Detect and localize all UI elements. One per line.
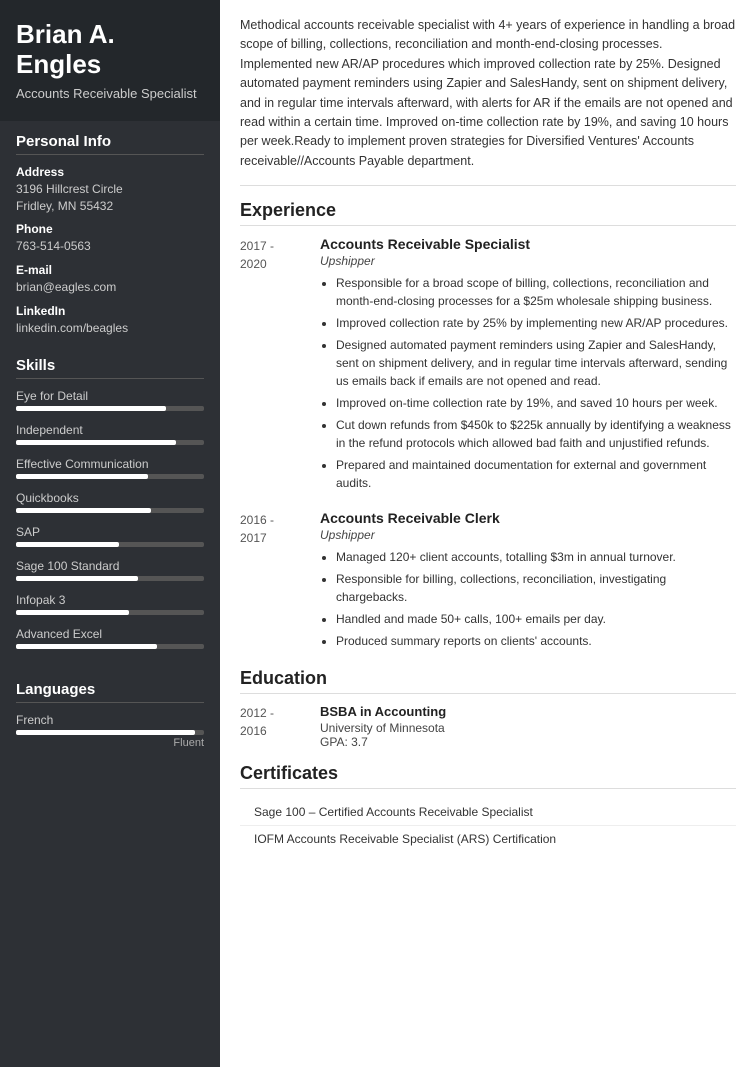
exp-bullets: Managed 120+ client accounts, totalling …: [320, 548, 736, 650]
language-level: Fluent: [16, 737, 204, 749]
language-bar-bg: [16, 730, 204, 735]
summary-text: Methodical accounts receivable specialis…: [240, 16, 736, 186]
skill-bar-bg: [16, 440, 204, 445]
skills-section: Skills Eye for Detail Independent Effect…: [0, 345, 220, 669]
education-entry: 2012 -2016 BSBA in Accounting University…: [240, 704, 736, 749]
address-label: Address: [16, 165, 204, 179]
skill-name: Independent: [16, 423, 204, 437]
exp-company: Upshipper: [320, 528, 736, 542]
experience-bullet: Managed 120+ client accounts, totalling …: [336, 548, 736, 566]
skills-list: Eye for Detail Independent Effective Com…: [16, 389, 204, 649]
experience-bullet: Improved on-time collection rate by 19%,…: [336, 394, 736, 412]
skill-item: Quickbooks: [16, 491, 204, 513]
skill-bar-bg: [16, 542, 204, 547]
skill-name: Advanced Excel: [16, 627, 204, 641]
exp-details: Accounts Receivable Specialist Upshipper…: [320, 236, 736, 496]
address-value: 3196 Hillcrest CircleFridley, MN 55432: [16, 181, 204, 215]
main-content: Methodical accounts receivable specialis…: [220, 0, 756, 1067]
experience-bullet: Responsible for billing, collections, re…: [336, 570, 736, 606]
exp-job-title: Accounts Receivable Clerk: [320, 510, 736, 526]
skill-name: Effective Communication: [16, 457, 204, 471]
skill-item: Eye for Detail: [16, 389, 204, 411]
candidate-name: Brian A. Engles: [16, 20, 204, 80]
certificates-title: Certificates: [240, 763, 736, 789]
skill-item: SAP: [16, 525, 204, 547]
edu-dates: 2012 -2016: [240, 704, 320, 749]
languages-list: French Fluent: [16, 713, 204, 749]
skill-bar-fill: [16, 508, 151, 513]
experience-list: 2017 -2020 Accounts Receivable Specialis…: [240, 236, 736, 654]
email-label: E-mail: [16, 263, 204, 277]
personal-info-section: Personal Info Address 3196 Hillcrest Cir…: [0, 121, 220, 345]
experience-bullet: Improved collection rate by 25% by imple…: [336, 314, 736, 332]
skill-name: Quickbooks: [16, 491, 204, 505]
linkedin-label: LinkedIn: [16, 304, 204, 318]
certificate-entry: IOFM Accounts Receivable Specialist (ARS…: [240, 826, 736, 852]
exp-bullets: Responsible for a broad scope of billing…: [320, 274, 736, 492]
certificate-entry: Sage 100 – Certified Accounts Receivable…: [240, 799, 736, 826]
sidebar-header: Brian A. Engles Accounts Receivable Spec…: [0, 0, 220, 121]
experience-entry: 2016 -2017 Accounts Receivable Clerk Ups…: [240, 510, 736, 654]
skill-item: Effective Communication: [16, 457, 204, 479]
education-title: Education: [240, 668, 736, 694]
experience-section: Experience 2017 -2020 Accounts Receivabl…: [240, 200, 736, 654]
language-name: French: [16, 713, 204, 727]
experience-bullet: Designed automated payment reminders usi…: [336, 336, 736, 390]
edu-school: University of Minnesota: [320, 721, 736, 735]
education-section: Education 2012 -2016 BSBA in Accounting …: [240, 668, 736, 749]
skill-bar-bg: [16, 508, 204, 513]
education-list: 2012 -2016 BSBA in Accounting University…: [240, 704, 736, 749]
skill-name: Infopak 3: [16, 593, 204, 607]
experience-entry: 2017 -2020 Accounts Receivable Specialis…: [240, 236, 736, 496]
skill-bar-fill: [16, 644, 157, 649]
skill-name: Sage 100 Standard: [16, 559, 204, 573]
experience-bullet: Cut down refunds from $450k to $225k ann…: [336, 416, 736, 452]
skill-name: SAP: [16, 525, 204, 539]
exp-job-title: Accounts Receivable Specialist: [320, 236, 736, 252]
skill-bar-fill: [16, 542, 119, 547]
skill-item: Advanced Excel: [16, 627, 204, 649]
exp-company: Upshipper: [320, 254, 736, 268]
linkedin-value: linkedin.com/beagles: [16, 320, 204, 337]
skill-bar-bg: [16, 610, 204, 615]
skill-name: Eye for Detail: [16, 389, 204, 403]
language-bar-fill: [16, 730, 195, 735]
experience-bullet: Responsible for a broad scope of billing…: [336, 274, 736, 310]
skill-bar-bg: [16, 474, 204, 479]
experience-bullet: Produced summary reports on clients' acc…: [336, 632, 736, 650]
languages-title: Languages: [16, 681, 204, 703]
experience-bullet: Handled and made 50+ calls, 100+ emails …: [336, 610, 736, 628]
skills-title: Skills: [16, 357, 204, 379]
skill-bar-bg: [16, 406, 204, 411]
edu-gpa: GPA: 3.7: [320, 735, 736, 749]
skill-bar-bg: [16, 644, 204, 649]
skill-item: Infopak 3: [16, 593, 204, 615]
skill-bar-fill: [16, 406, 166, 411]
skill-item: Independent: [16, 423, 204, 445]
phone-value: 763-514-0563: [16, 238, 204, 255]
skill-bar-bg: [16, 576, 204, 581]
edu-details: BSBA in Accounting University of Minneso…: [320, 704, 736, 749]
certificates-list: Sage 100 – Certified Accounts Receivable…: [240, 799, 736, 852]
personal-info-title: Personal Info: [16, 133, 204, 155]
skill-bar-fill: [16, 576, 138, 581]
skill-bar-fill: [16, 474, 148, 479]
exp-details: Accounts Receivable Clerk Upshipper Mana…: [320, 510, 736, 654]
exp-dates: 2016 -2017: [240, 510, 320, 654]
language-item: French Fluent: [16, 713, 204, 749]
skill-item: Sage 100 Standard: [16, 559, 204, 581]
skill-bar-fill: [16, 440, 176, 445]
experience-bullet: Prepared and maintained documentation fo…: [336, 456, 736, 492]
skill-bar-fill: [16, 610, 129, 615]
languages-section: Languages French Fluent: [0, 669, 220, 763]
candidate-title: Accounts Receivable Specialist: [16, 86, 204, 101]
email-value: brian@eagles.com: [16, 279, 204, 296]
certificates-section: Certificates Sage 100 – Certified Accoun…: [240, 763, 736, 852]
edu-degree: BSBA in Accounting: [320, 704, 736, 719]
experience-title: Experience: [240, 200, 736, 226]
phone-label: Phone: [16, 222, 204, 236]
exp-dates: 2017 -2020: [240, 236, 320, 496]
sidebar: Brian A. Engles Accounts Receivable Spec…: [0, 0, 220, 1067]
